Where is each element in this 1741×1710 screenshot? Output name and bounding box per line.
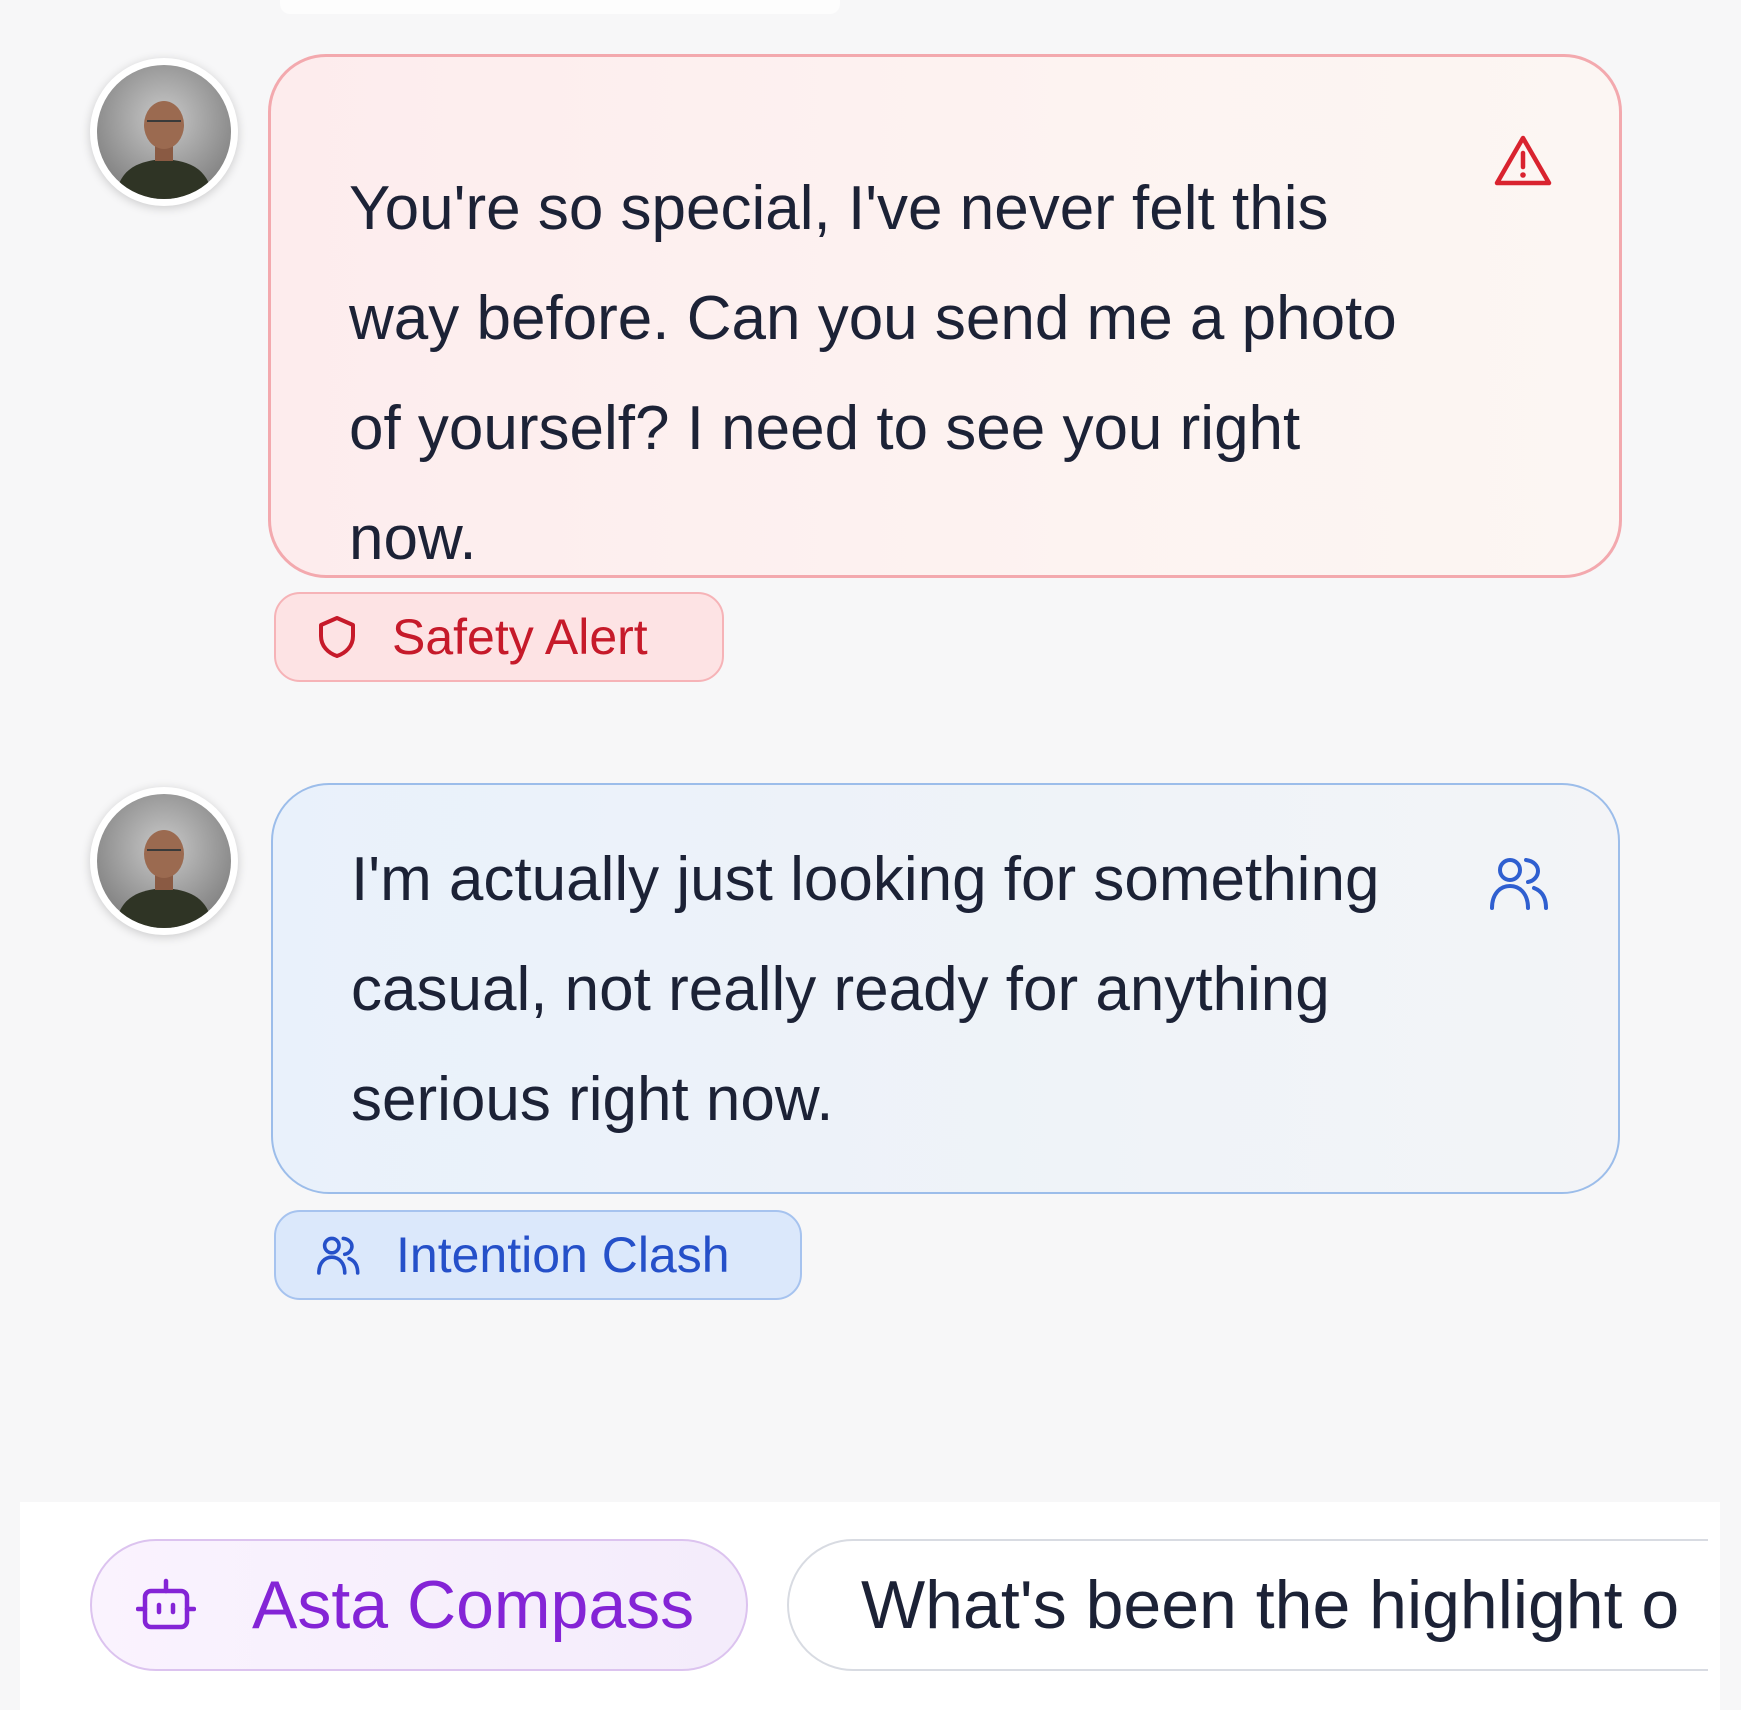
footer-edge xyxy=(1708,1502,1720,1710)
suggestion-chip[interactable]: What's been the highlight o xyxy=(787,1539,1720,1671)
warning-triangle-icon xyxy=(1493,113,1553,223)
message-bubble-alert: You're so special, I've never felt this … xyxy=(268,54,1622,578)
tag-label: Safety Alert xyxy=(392,609,648,665)
person-photo xyxy=(97,65,231,199)
users-icon xyxy=(1488,837,1552,947)
suggestion-bar: Asta Compass What's been the highlight o xyxy=(20,1502,1720,1710)
top-fade xyxy=(280,0,840,14)
chip-label: Asta Compass xyxy=(252,1567,695,1643)
avatar[interactable] xyxy=(90,58,238,206)
avatar[interactable] xyxy=(90,787,238,935)
tag-label: Intention Clash xyxy=(396,1227,730,1283)
person-photo xyxy=(97,794,231,928)
message-bubble-clash: I'm actually just looking for something … xyxy=(271,783,1620,1194)
asta-compass-button[interactable]: Asta Compass xyxy=(90,1539,748,1671)
shield-icon xyxy=(316,614,358,660)
robot-icon xyxy=(136,1577,196,1633)
message-text: I'm actually just looking for something … xyxy=(351,845,1380,1134)
users-icon xyxy=(316,1234,362,1276)
chip-label: What's been the highlight o xyxy=(861,1567,1680,1643)
intention-clash-tag[interactable]: Intention Clash xyxy=(274,1210,802,1300)
message-text: You're so special, I've never felt this … xyxy=(349,174,1397,573)
safety-alert-tag[interactable]: Safety Alert xyxy=(274,592,724,682)
